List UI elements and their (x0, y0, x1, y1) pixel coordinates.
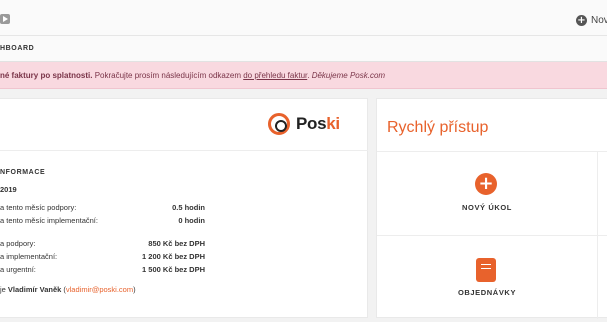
info-row-value: 1 200 Kč bez DPH (142, 252, 205, 261)
info-row: a urgentní: 1 500 Kč bez DPH (0, 265, 205, 274)
quick-access-title: Rychlý přístup (387, 119, 489, 136)
page: + Nový HBOARD né faktury po splatnosti. … (0, 0, 607, 322)
poski-logo-text: Poski (296, 114, 340, 133)
contact-line: je Vladimír Vaněk (vladimir@poski.com) (0, 285, 136, 294)
book-icon (476, 258, 496, 282)
alert-text: Pokračujte prosím následujícím odkazem (92, 71, 244, 80)
contact-name: Vladimír Vaněk (7, 285, 62, 294)
info-row-value: 0.5 hodin (172, 203, 205, 212)
new-task-label: NOVÝ ÚKOL (462, 203, 512, 212)
contact-prefix: je (0, 285, 8, 294)
orders-label: OBJEDNÁVKY (457, 288, 517, 297)
alert-thanks: Děkujeme Posk.com (311, 71, 386, 80)
info-row-value: 0 hodin (178, 216, 205, 225)
new-task-tile[interactable]: + NOVÝ ÚKOL (377, 151, 597, 235)
plus-circle-icon: + (576, 14, 587, 26)
info-row-label: a implementační: (0, 252, 58, 261)
breadcrumb: HBOARD (0, 45, 35, 52)
info-row-label: a tento měsíc implementační: (0, 216, 98, 225)
youtube-icon[interactable] (0, 14, 10, 24)
quick-access-card: Rychlý přístup + NOVÝ ÚKOL OBJEDNÁVKY (376, 98, 607, 320)
info-row-value: 850 Kč bez DPH (148, 239, 205, 248)
poski-logo-mark-icon (268, 113, 290, 135)
orders-tile[interactable]: OBJEDNÁVKY (377, 236, 597, 320)
info-row: a implementační: 1 200 Kč bez DPH (0, 252, 205, 261)
info-row-label: a urgentní: (0, 265, 36, 274)
new-button[interactable]: + Nový (576, 14, 607, 26)
info-row: a tento měsíc implementační: 0 hodin (0, 216, 205, 225)
info-heading: NFORMACE (0, 169, 46, 176)
breadcrumb-bar: HBOARD (0, 36, 607, 62)
top-bar: + Nový (0, 0, 607, 36)
info-row-label: a podpory: (0, 239, 36, 248)
info-row-value: 1 500 Kč bez DPH (142, 265, 205, 274)
info-year: 2019 (0, 185, 17, 194)
new-button-label: Nový (591, 14, 607, 26)
info-card: Poski NFORMACE 2019 a tento měsíc podpor… (0, 98, 368, 318)
logo-area: Poski (0, 99, 368, 151)
contact-close: ) (133, 285, 136, 294)
info-row-label: a tento měsíc podpory: (0, 203, 77, 212)
poski-logo: Poski (268, 113, 340, 135)
contact-email-link[interactable]: vladimir@poski.com (66, 285, 133, 294)
alert-bold-text: né faktury po splatnosti. (0, 71, 93, 80)
overdue-invoices-alert: né faktury po splatnosti. Pokračujte pro… (0, 62, 607, 89)
add-circle-icon: + (475, 173, 497, 195)
info-row: a podpory: 850 Kč bez DPH (0, 239, 205, 248)
invoices-overview-link[interactable]: do přehledu faktur (243, 71, 307, 80)
info-row: a tento měsíc podpory: 0.5 hodin (0, 203, 205, 212)
